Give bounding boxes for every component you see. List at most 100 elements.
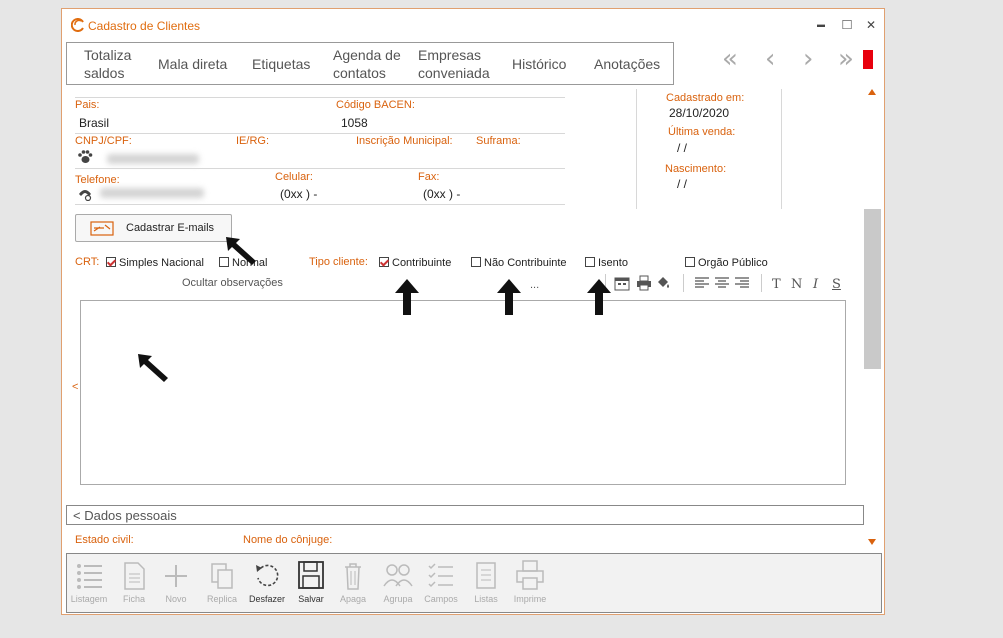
- listagem-button[interactable]: Listagem: [67, 558, 111, 604]
- bacen-label: Código BACEN:: [336, 99, 415, 111]
- campos-button[interactable]: Campos: [419, 558, 463, 604]
- apaga-button[interactable]: Apaga: [331, 558, 375, 604]
- scroll-down-icon[interactable]: [868, 539, 876, 545]
- bacen-field[interactable]: 1058: [341, 116, 368, 130]
- simples-nacional-checkbox[interactable]: [106, 257, 116, 267]
- agrupa-button[interactable]: Agrupa: [376, 558, 420, 604]
- menu-agenda-line1: Agenda de: [333, 47, 401, 63]
- align-right-icon[interactable]: [735, 277, 749, 289]
- menu-totaliza-line1: Totaliza: [84, 47, 132, 63]
- novo-label: Novo: [165, 594, 187, 604]
- minimize-button[interactable]: ▬: [811, 15, 831, 35]
- novo-button[interactable]: Novo: [154, 558, 198, 604]
- checklist-icon: [428, 563, 453, 588]
- pais-label: Pais:: [75, 99, 100, 111]
- celular-field[interactable]: (0xx ) -: [280, 187, 317, 201]
- tipo-cliente-label: Tipo cliente:: [309, 256, 368, 268]
- italic-button[interactable]: I: [813, 277, 818, 292]
- contribuinte-label: Contribuinte: [392, 257, 452, 269]
- listagem-label: Listagem: [70, 594, 108, 604]
- menu-agenda-line2: contatos: [333, 65, 386, 81]
- align-center-icon[interactable]: [715, 277, 729, 289]
- toolbar-separator: [683, 274, 684, 292]
- users-icon: [383, 564, 413, 587]
- annotation-arrow-icon: [138, 354, 168, 382]
- list-document-icon: [476, 562, 496, 589]
- menu-etiquetas[interactable]: Etiquetas: [252, 55, 310, 73]
- annotation-arrow-icon: [497, 279, 521, 315]
- ficha-button[interactable]: Ficha: [112, 558, 156, 604]
- menu-anotacoes[interactable]: Anotações: [594, 55, 660, 73]
- paw-icon[interactable]: [77, 150, 93, 164]
- nascimento-field[interactable]: / /: [677, 177, 687, 191]
- observacoes-editor[interactable]: [80, 300, 846, 485]
- menu-mala-direta[interactable]: Mala direta: [158, 55, 227, 73]
- listas-button[interactable]: Listas: [464, 558, 508, 604]
- menu-totaliza-saldos[interactable]: Totaliza saldos: [84, 46, 131, 82]
- nav-first-button[interactable]: «: [722, 46, 738, 72]
- bold-button[interactable]: T: [772, 277, 781, 292]
- telefone-label: Telefone:: [75, 174, 120, 186]
- dados-pessoais-section[interactable]: < Dados pessoais: [66, 505, 864, 525]
- cadastrar-emails-button[interactable]: Cadastrar E-mails: [75, 214, 232, 242]
- scroll-up-icon[interactable]: [868, 89, 876, 95]
- desfazer-label: Desfazer: [248, 594, 285, 604]
- close-button[interactable]: ✕: [861, 15, 881, 35]
- fax-field[interactable]: (0xx ) -: [423, 187, 460, 201]
- annotation-arrow-icon: [226, 237, 256, 265]
- replica-label: Replica: [206, 594, 237, 604]
- apaga-label: Apaga: [339, 594, 367, 604]
- divider: [75, 168, 565, 169]
- window-title: Cadastro de Clientes: [88, 19, 201, 33]
- fax-label: Fax:: [418, 171, 440, 183]
- imprime-label: Imprime: [513, 594, 547, 604]
- vertical-scrollbar[interactable]: [864, 209, 881, 369]
- ficha-label: Ficha: [122, 594, 145, 604]
- celular-label: Celular:: [275, 171, 313, 183]
- paint-bucket-icon[interactable]: [655, 275, 671, 291]
- menu-agenda-contatos[interactable]: Agenda de contatos: [333, 46, 401, 82]
- imprime-button[interactable]: Imprime: [508, 558, 552, 604]
- nao-contribuinte-checkbox[interactable]: [471, 257, 481, 267]
- isento-checkbox[interactable]: [585, 257, 595, 267]
- maximize-button[interactable]: □: [837, 15, 857, 35]
- collapse-observations-button[interactable]: <: [72, 381, 78, 393]
- desfazer-button[interactable]: Desfazer: [245, 558, 289, 604]
- salvar-button[interactable]: Salvar: [289, 558, 333, 604]
- cnpj-label: CNPJ/CPF:: [75, 135, 132, 147]
- ultima-venda-label: Última venda:: [668, 126, 736, 138]
- pais-field[interactable]: Brasil: [79, 116, 109, 130]
- cadastrar-emails-label: Cadastrar E-mails: [126, 222, 215, 234]
- strike-button[interactable]: S: [832, 277, 841, 292]
- normal-button[interactable]: N: [791, 277, 802, 292]
- orgao-publico-checkbox[interactable]: [685, 257, 695, 267]
- calendar-icon[interactable]: [614, 275, 630, 291]
- phone-icon[interactable]: [77, 187, 93, 201]
- nao-contribuinte-label: Não Contribuinte: [484, 257, 567, 269]
- divider: [781, 89, 782, 209]
- printer-icon[interactable]: [636, 275, 652, 291]
- menu-historico[interactable]: Histórico: [512, 55, 566, 73]
- telefone-field[interactable]: [100, 188, 204, 198]
- divider: [75, 133, 565, 134]
- contribuinte-checkbox[interactable]: [379, 257, 389, 267]
- ellipsis-button[interactable]: ...: [530, 279, 539, 291]
- suframa-label: Suframa:: [476, 135, 521, 147]
- ie-label: IE/RG:: [236, 135, 270, 147]
- ultima-venda-value: / /: [677, 141, 688, 155]
- title-bar: Cadastro de Clientes ▬ □ ✕: [62, 9, 884, 41]
- cnpj-field[interactable]: [107, 154, 199, 164]
- nav-last-button[interactable]: »: [838, 46, 854, 72]
- divider: [75, 204, 565, 205]
- nav-next-button[interactable]: ›: [803, 46, 813, 72]
- menu-empresas-line1: Empresas: [418, 47, 482, 63]
- im-label: Inscrição Municipal:: [356, 135, 453, 147]
- simples-nacional-label: Simples Nacional: [119, 257, 204, 269]
- ocultar-observacoes-link[interactable]: Ocultar observações: [182, 277, 283, 289]
- replica-button[interactable]: Replica: [200, 558, 244, 604]
- copy-icon: [211, 563, 233, 589]
- align-left-icon[interactable]: [695, 277, 709, 289]
- nav-prev-button[interactable]: ‹: [765, 46, 775, 72]
- listas-label: Listas: [474, 594, 498, 604]
- menu-empresas-conveniada[interactable]: Empresas conveniada: [418, 46, 490, 82]
